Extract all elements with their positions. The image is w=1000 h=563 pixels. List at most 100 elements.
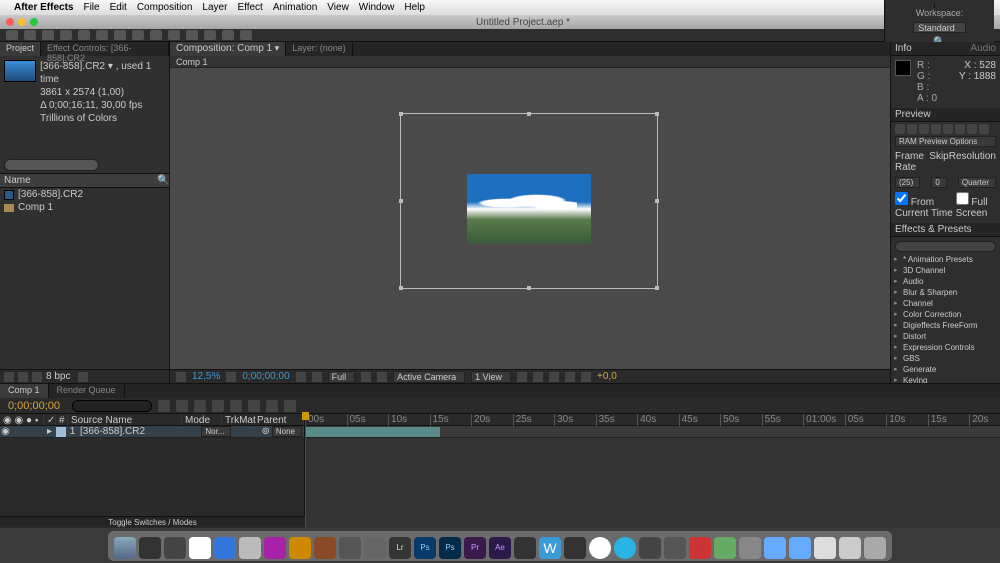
tab-effect-controls[interactable]: Effect Controls: [366-858].CR2 xyxy=(41,42,169,56)
view-dropdown[interactable]: 1 View xyxy=(471,371,511,383)
handle-icon[interactable] xyxy=(655,286,659,290)
comp-mini-flowchart-icon[interactable] xyxy=(158,400,170,412)
menu-edit[interactable]: Edit xyxy=(110,2,127,13)
effect-category[interactable]: 3D Channel xyxy=(891,265,1000,276)
dock-word-icon[interactable]: W xyxy=(539,537,561,559)
parent-pickwhip-icon[interactable]: ⊚ xyxy=(261,426,269,437)
dock-folder-icon[interactable] xyxy=(839,537,861,559)
bpc-label[interactable]: 8 bpc xyxy=(46,371,70,382)
footer-timecode[interactable]: 0;00;00;00 xyxy=(242,371,289,382)
camera-tool-icon[interactable] xyxy=(78,30,90,40)
effect-category[interactable]: Keying xyxy=(891,375,1000,383)
draft3d-icon[interactable] xyxy=(176,400,188,412)
tab-comp-timeline[interactable]: Comp 1 xyxy=(0,384,49,398)
roi-icon[interactable] xyxy=(361,372,371,382)
dock-itunes-icon[interactable] xyxy=(264,537,286,559)
preview-panel-header[interactable]: Preview xyxy=(891,108,1000,122)
minimize-icon[interactable] xyxy=(18,18,26,26)
folder-icon[interactable] xyxy=(18,372,28,382)
text-tool-icon[interactable] xyxy=(150,30,162,40)
rect-tool-icon[interactable] xyxy=(114,30,126,40)
dock-app-icon[interactable] xyxy=(664,537,686,559)
menu-window[interactable]: Window xyxy=(359,2,395,13)
dock-app-icon[interactable] xyxy=(339,537,361,559)
eraser-tool-icon[interactable] xyxy=(204,30,216,40)
layer-label-color[interactable] xyxy=(56,427,66,437)
fr-dropdown[interactable]: (25) xyxy=(895,177,920,188)
menu-help[interactable]: Help xyxy=(404,2,425,13)
dock-finder-icon[interactable] xyxy=(114,537,136,559)
autokey-icon[interactable] xyxy=(266,400,278,412)
dock-dashboard-icon[interactable] xyxy=(139,537,161,559)
prev-frame-icon[interactable] xyxy=(907,124,917,134)
clone-tool-icon[interactable] xyxy=(186,30,198,40)
current-timecode[interactable]: 0;00;00;00 xyxy=(0,400,68,412)
flowchart-icon[interactable] xyxy=(565,372,575,382)
project-search-input[interactable] xyxy=(4,159,99,171)
tab-project[interactable]: Project xyxy=(0,42,41,56)
current-time-indicator[interactable] xyxy=(305,414,306,528)
skip-dropdown[interactable]: 0 xyxy=(931,177,946,188)
dock-app-icon[interactable] xyxy=(714,537,736,559)
resolution-icon[interactable] xyxy=(226,372,236,382)
close-icon[interactable] xyxy=(6,18,14,26)
motion-blur-icon[interactable] xyxy=(230,400,242,412)
handle-icon[interactable] xyxy=(527,286,531,290)
snapshot-icon[interactable] xyxy=(296,372,306,382)
dock-premiere-icon[interactable]: Pr xyxy=(464,537,486,559)
layer-clip[interactable] xyxy=(305,427,440,437)
ram-options-dropdown[interactable]: RAM Preview Options xyxy=(895,136,996,147)
fast-preview-icon[interactable] xyxy=(533,372,543,382)
col-source-name[interactable]: Source Name xyxy=(68,414,182,425)
app-name[interactable]: After Effects xyxy=(14,2,73,13)
traffic-lights[interactable] xyxy=(6,18,38,26)
dock-settings-icon[interactable] xyxy=(164,537,186,559)
handle-icon[interactable] xyxy=(399,286,403,290)
video-toggle-icon[interactable]: ◉ xyxy=(0,426,11,437)
dock-appstore-icon[interactable] xyxy=(214,537,236,559)
dock-app-icon[interactable] xyxy=(289,537,311,559)
roto-tool-icon[interactable] xyxy=(222,30,234,40)
zoom-icon[interactable] xyxy=(30,18,38,26)
zoom-tool-icon[interactable] xyxy=(42,30,54,40)
graph-editor-icon[interactable] xyxy=(284,400,296,412)
rotate-tool-icon[interactable] xyxy=(60,30,72,40)
dock-lightroom-icon[interactable]: Lr xyxy=(389,537,411,559)
grid-icon[interactable] xyxy=(377,372,387,382)
tab-layer[interactable]: Layer: (none) xyxy=(286,42,353,56)
next-frame-icon[interactable] xyxy=(931,124,941,134)
exposure-value[interactable]: +0,0 xyxy=(597,371,617,382)
effect-category[interactable]: GBS xyxy=(891,353,1000,364)
hide-shy-icon[interactable] xyxy=(194,400,206,412)
tab-audio[interactable]: Audio xyxy=(970,43,996,54)
frame-blend-icon[interactable] xyxy=(212,400,224,412)
handle-icon[interactable] xyxy=(527,112,531,116)
from-current-checkbox[interactable]: From Current Time xyxy=(895,192,956,219)
timeline-layer-row[interactable]: ◉ ▸ 1 [366-858].CR2 Nor... ⊚ None xyxy=(0,426,304,438)
dock-skype-icon[interactable] xyxy=(614,537,636,559)
effect-category[interactable]: Digieffects FreeForm xyxy=(891,320,1000,331)
handle-icon[interactable] xyxy=(399,199,403,203)
loop-icon[interactable] xyxy=(967,124,977,134)
interpret-icon[interactable] xyxy=(4,372,14,382)
project-row-asset[interactable]: [366-858].CR2 xyxy=(0,188,169,201)
brainstorm-icon[interactable] xyxy=(248,400,260,412)
toggle-switches-button[interactable]: Toggle Switches / Modes xyxy=(0,516,305,527)
menu-effect[interactable]: Effect xyxy=(237,2,262,13)
first-frame-icon[interactable] xyxy=(895,124,905,134)
parent-dropdown[interactable]: None xyxy=(272,426,302,437)
menu-view[interactable]: View xyxy=(327,2,349,13)
dock-folder-icon[interactable] xyxy=(814,537,836,559)
effect-category[interactable]: Channel xyxy=(891,298,1000,309)
always-preview-icon[interactable] xyxy=(176,372,186,382)
res-dropdown[interactable]: Quarter xyxy=(958,177,996,188)
col-type-icon[interactable]: 🔍 xyxy=(157,175,165,183)
dock-folder-icon[interactable] xyxy=(764,537,786,559)
brush-tool-icon[interactable] xyxy=(168,30,180,40)
menu-animation[interactable]: Animation xyxy=(273,2,317,13)
time-ruler[interactable]: 00s05s10s15s20s25s30s35s40s45s50s55s01:0… xyxy=(305,414,1000,426)
resolution-dropdown[interactable]: Full xyxy=(328,371,356,383)
layer-name[interactable]: [366-858].CR2 xyxy=(78,426,199,437)
exposure-reset-icon[interactable] xyxy=(581,372,591,382)
dock-preview-icon[interactable] xyxy=(239,537,261,559)
